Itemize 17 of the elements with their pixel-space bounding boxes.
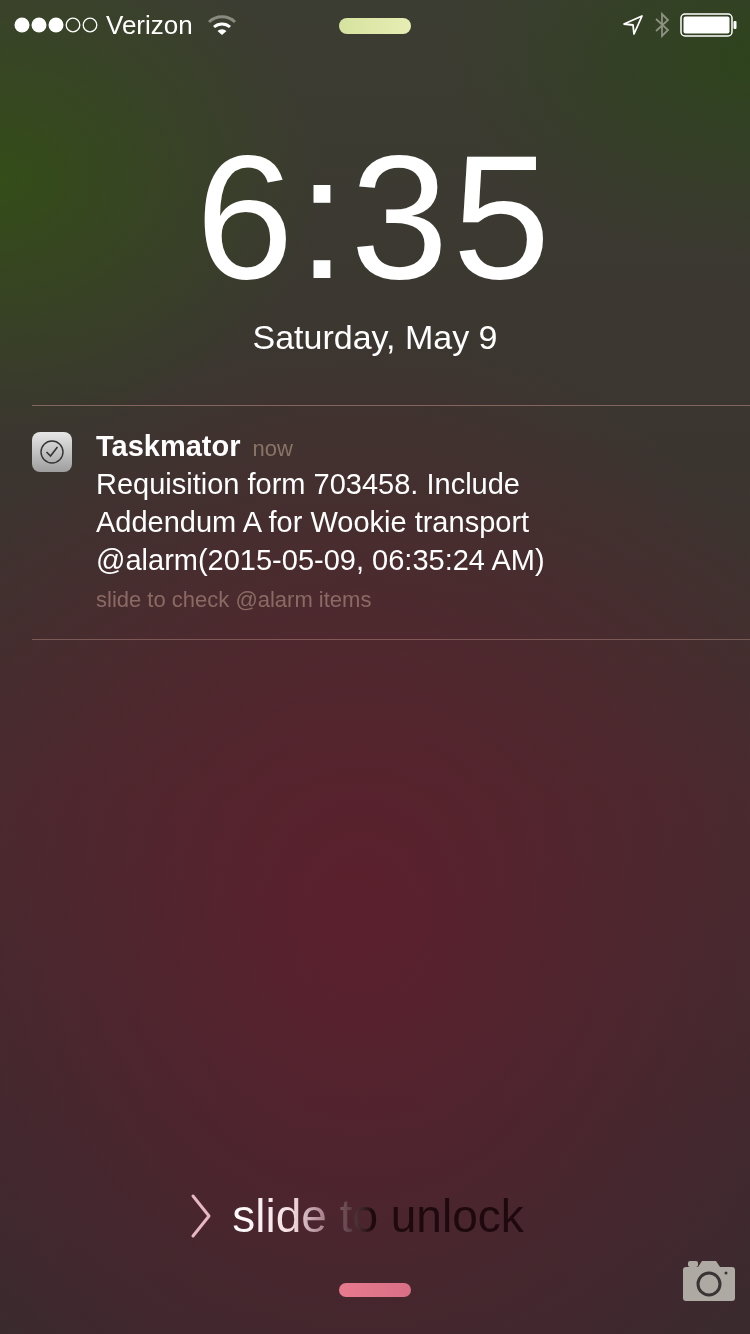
carrier-name: Verizon <box>106 9 193 41</box>
checkmark-app-icon <box>32 432 72 472</box>
top-grabber[interactable] <box>339 18 411 34</box>
battery-icon <box>680 13 738 37</box>
wifi-icon <box>206 14 237 36</box>
chevron-icon <box>190 1193 213 1239</box>
location-arrow-icon <box>622 14 644 36</box>
clock-time: 6:35 <box>195 142 555 292</box>
notification-time: now <box>252 436 293 462</box>
action-hint: slide to check @alarm items <box>96 587 373 613</box>
notification-message: Requisition form 703458. Include Addendum A for Wookie transport @alarm(2015-05-09, 06:35:24 AM) <box>96 467 546 578</box>
signal-icon <box>14 16 98 34</box>
camera-icon[interactable] <box>682 1260 736 1302</box>
date-label: Saturday, May 9 <box>252 318 498 357</box>
bluetooth-icon <box>654 12 670 38</box>
bottom-grabber[interactable] <box>339 1283 411 1297</box>
app-name: Taskmator <box>96 430 241 463</box>
